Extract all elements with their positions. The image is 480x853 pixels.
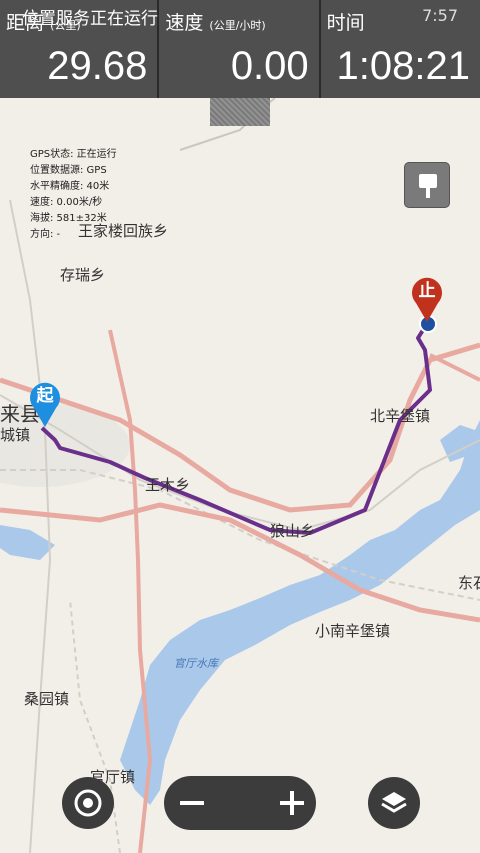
zoom-in-button[interactable]: [240, 776, 316, 830]
minus-icon: [180, 801, 204, 805]
gps-speed: 速度: 0.00米/秒: [30, 197, 103, 208]
gps-info-panel: GPS状态: 正在运行 位置数据源: GPS 水平精确度: 40米 速度: 0.…: [30, 147, 117, 243]
layers-button[interactable]: [368, 777, 420, 829]
time-label: 时间: [326, 12, 365, 34]
pin-icon: [419, 174, 437, 188]
place-label: 桑园镇: [24, 690, 70, 708]
gps-accuracy: 水平精确度: 40米: [30, 181, 110, 192]
gps-altitude: 海拔: 581±32米: [30, 213, 107, 224]
place-label: 东石: [458, 574, 480, 592]
gps-status: GPS状态: 正在运行: [30, 149, 117, 160]
map-canvas[interactable]: [0, 0, 480, 853]
locate-button[interactable]: [62, 777, 114, 829]
place-label: 城镇: [0, 426, 31, 444]
place-label: 狼山乡: [270, 522, 316, 540]
place-label: 北辛堡镇: [370, 407, 431, 425]
start-marker[interactable]: 起: [28, 380, 62, 428]
distance-value: 29.68: [47, 44, 148, 88]
panel-grip[interactable]: [210, 98, 270, 126]
end-marker[interactable]: 止: [410, 275, 444, 323]
time-value: 1:08:21: [336, 44, 470, 88]
place-label: 小南辛堡镇: [315, 622, 391, 640]
speed-unit: (公里/小时): [209, 19, 266, 32]
target-icon: [74, 789, 102, 817]
zoom-out-button[interactable]: [164, 776, 240, 830]
speed-value: 0.00: [230, 44, 309, 88]
water-label: 官厅水库: [174, 657, 218, 670]
notification-text: 位置服务正在运行: [22, 9, 158, 29]
plus-icon: [280, 791, 304, 815]
speed-cell: 速度 (公里/小时) 0.00: [157, 0, 318, 98]
gps-direction: 方向: -: [30, 229, 61, 240]
end-marker-label: 止: [418, 281, 436, 301]
start-marker-label: 起: [36, 386, 54, 406]
place-label: 王木乡: [145, 476, 191, 494]
place-label: 存瑞乡: [60, 266, 106, 284]
status-clock: 7:57: [422, 6, 458, 25]
zoom-control: [164, 776, 316, 830]
layers-icon: [381, 792, 407, 813]
pin-button[interactable]: [404, 162, 450, 208]
speed-label: 速度: [165, 12, 204, 34]
gps-source: 位置数据源: GPS: [30, 165, 107, 176]
